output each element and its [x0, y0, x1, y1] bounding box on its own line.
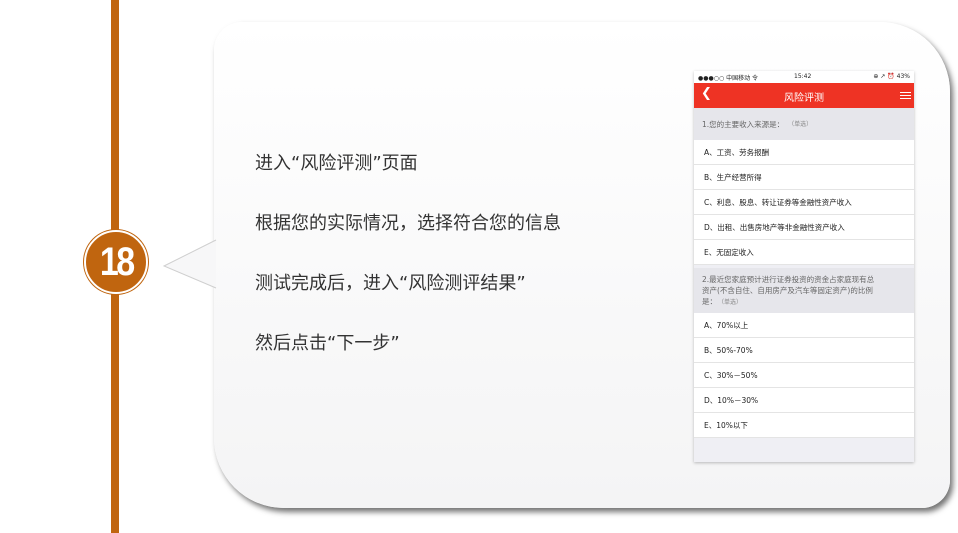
- phone-screenshot: ●●●○○ 中国移动 令 15:42 ⊕ ↗ ⏰ 43% ❮ 风险评测 1.您的…: [694, 71, 914, 462]
- step-number: 18: [99, 239, 135, 284]
- instruction-line: 然后点击“下一步”: [255, 333, 400, 354]
- single-choice-tag: （单选）: [721, 298, 743, 306]
- instruction-list: 进入“风险评测”页面 根据您的实际情况，选择符合您的信息 测试完成后，进入“风险…: [255, 150, 561, 390]
- status-bar: ●●●○○ 中国移动 令 15:42 ⊕ ↗ ⏰ 43%: [694, 71, 914, 83]
- carrier-signal: ●●●○○ 中国移动 令: [698, 75, 758, 82]
- single-choice-tag: （单选）: [788, 120, 813, 128]
- step-number-badge: 18: [84, 230, 148, 294]
- status-right-icons: ⊕ ↗ ⏰ 43%: [873, 73, 910, 80]
- option-item[interactable]: A、工资、劳务报酬: [694, 140, 914, 165]
- question-1: 1.您的主要收入来源是： （单选）: [694, 108, 914, 140]
- question-text: 1.您的主要收入来源是：: [702, 119, 785, 129]
- nav-title: 风险评测: [784, 93, 824, 104]
- question-text-line: 是：: [702, 296, 717, 306]
- status-time: 15:42: [794, 73, 812, 80]
- option-item[interactable]: C、30%－50%: [694, 363, 914, 388]
- option-item[interactable]: C、利息、股息、转让证券等金融性资产收入: [694, 190, 914, 215]
- option-item[interactable]: A、70%以上: [694, 313, 914, 338]
- instruction-line: 进入“风险评测”页面: [255, 153, 418, 174]
- nav-bar: ❮ 风险评测: [694, 83, 914, 108]
- option-item[interactable]: E、10%以下: [694, 413, 914, 438]
- instruction-line: 测试完成后，进入“风险测评结果”: [255, 273, 526, 294]
- speech-bubble-tail: [162, 239, 217, 289]
- question-text-line: 资产(不含自住、自用房产及汽车等固定资产)的比例: [702, 285, 873, 295]
- option-item[interactable]: B、50%-70%: [694, 338, 914, 363]
- question-text-line: 2.最近您家庭预计进行证券投资的资金占家庭现有总: [702, 274, 875, 284]
- instruction-line: 根据您的实际情况，选择符合您的信息: [255, 213, 561, 234]
- option-item[interactable]: D、出租、出售房地产等非金融性资产收入: [694, 215, 914, 240]
- menu-icon[interactable]: [900, 92, 911, 101]
- question-2: 2.最近您家庭预计进行证券投资的资金占家庭现有总 资产(不含自住、自用房产及汽车…: [694, 268, 914, 313]
- option-item[interactable]: B、生产经营所得: [694, 165, 914, 190]
- option-item[interactable]: E、无固定收入: [694, 240, 914, 265]
- option-item[interactable]: D、10%－30%: [694, 388, 914, 413]
